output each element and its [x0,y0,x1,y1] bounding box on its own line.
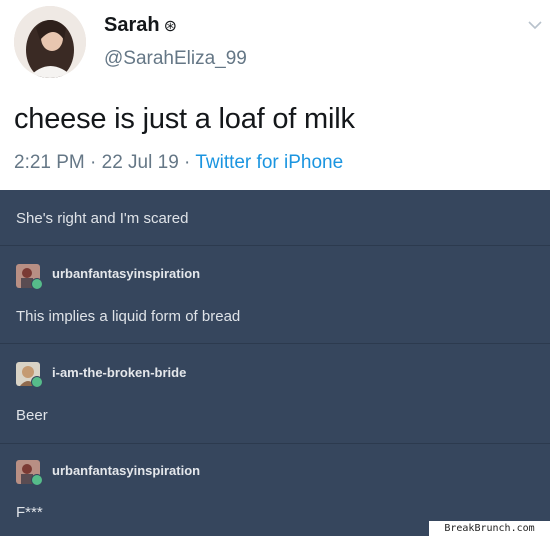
badge-icon: ⊛ [163,18,177,35]
post-text: She's right and I'm scared [16,210,189,227]
tweet-timestamp[interactable]: 2:21 PM · 22 Jul 19 · [14,152,195,173]
tweet-text: cheese is just a loaf of milk [14,103,355,135]
reply-text: This implies a liquid form of bread [16,308,241,325]
tweet-card: Sarah ⊛ @SarahEliza_99 cheese is just a l… [0,0,550,190]
reply-text: Beer [16,407,48,424]
chevron-down-icon[interactable] [528,20,542,30]
reply-username[interactable]: urbanfantasyinspiration [52,463,200,478]
online-dot-icon [31,474,43,486]
reply-username[interactable]: urbanfantasyinspiration [52,266,200,281]
avatar[interactable] [14,6,86,78]
tweet-meta: 2:21 PM · 22 Jul 19 · Twitter for iPhone [14,152,343,174]
online-dot-icon [31,376,43,388]
divider [0,443,550,444]
user-handle[interactable]: @SarahEliza_99 [104,48,247,70]
divider [0,245,550,246]
divider [0,343,550,344]
display-name[interactable]: Sarah ⊛ [104,14,177,37]
watermark: BreakBrunch.com [429,521,550,536]
tweet-source-link[interactable]: Twitter for iPhone [195,152,343,173]
reply-text: F*** [16,504,43,521]
online-dot-icon [31,278,43,290]
reply-username[interactable]: i-am-the-broken-bride [52,365,186,380]
